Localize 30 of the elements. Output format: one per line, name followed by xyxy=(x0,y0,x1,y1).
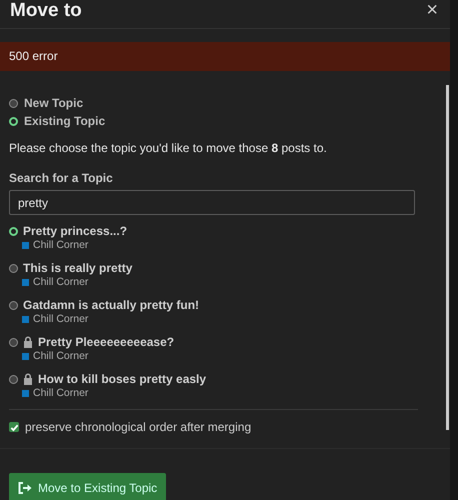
category-name: Chill Corner xyxy=(33,350,88,362)
error-banner: 500 error xyxy=(0,42,450,71)
checkbox[interactable] xyxy=(9,422,19,432)
lock-icon xyxy=(23,336,33,348)
search-field[interactable]: pretty xyxy=(9,190,415,215)
topic-mode-radio[interactable]: Existing Topic xyxy=(9,114,432,128)
topic-radio[interactable] xyxy=(9,338,18,346)
topic-radio[interactable] xyxy=(9,300,18,310)
search-label: Search for a Topic xyxy=(9,171,114,185)
category-name: Chill Corner xyxy=(33,239,88,251)
topic-radio[interactable] xyxy=(9,374,18,384)
scrollbar-thumb[interactable] xyxy=(446,85,449,430)
modal-title: Move to xyxy=(10,0,82,22)
topic-title[interactable]: Pretty Pleeeeeeeeease? xyxy=(38,335,174,349)
instructions-text: Please choose the topic you'd like to move those 8 posts to. xyxy=(9,141,328,155)
move-button[interactable]: Move to Existing Topic xyxy=(9,473,166,500)
topic-title[interactable]: This is really pretty xyxy=(23,261,132,275)
category-name: Chill Corner xyxy=(33,387,88,399)
topic-title[interactable]: Gatdamn is actually pretty fun! xyxy=(23,298,200,312)
category-name: Chill Corner xyxy=(33,276,88,288)
exit-arrow-icon xyxy=(18,482,32,494)
category-name: Chill Corner xyxy=(33,313,88,325)
topic-radio[interactable] xyxy=(9,226,18,236)
topic-title[interactable]: How to kill boses pretty easly xyxy=(38,372,206,386)
topic-mode-radio[interactable]: New Topic xyxy=(9,96,432,110)
close-button[interactable]: × xyxy=(424,0,440,22)
topic-title[interactable]: Pretty princess...? xyxy=(23,224,128,238)
lock-icon xyxy=(23,373,33,385)
topic-radio[interactable] xyxy=(9,264,18,272)
preserve-order-label: preserve chronological order after merging xyxy=(25,420,252,434)
